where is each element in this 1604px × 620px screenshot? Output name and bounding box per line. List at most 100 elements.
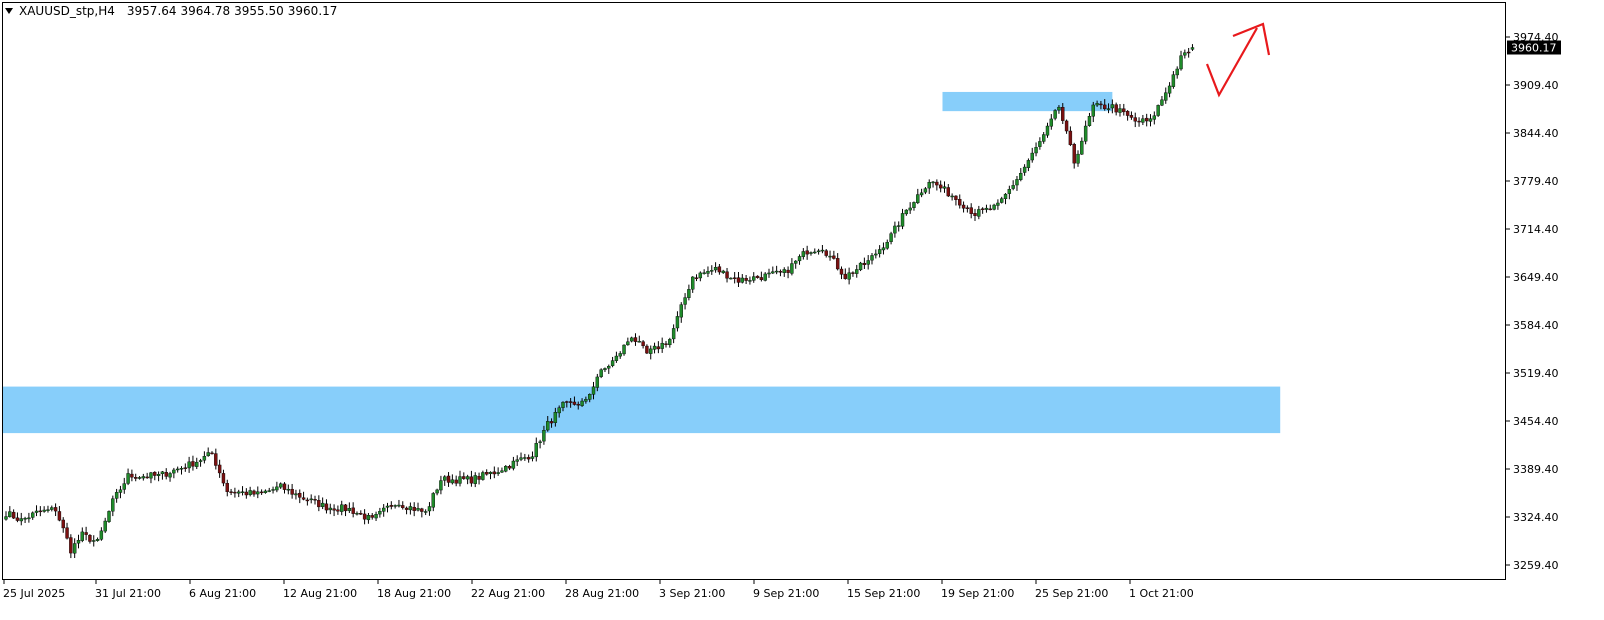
candle [668, 337, 672, 348]
candle [80, 527, 85, 543]
candle [778, 269, 783, 277]
candle [484, 469, 489, 476]
candle [1038, 137, 1042, 150]
zones-layer [3, 91, 1281, 434]
candle [160, 470, 165, 480]
candle [828, 250, 832, 261]
candle [465, 474, 470, 485]
candle [95, 537, 100, 542]
candle [317, 495, 321, 512]
candle [809, 251, 813, 256]
candle [57, 506, 62, 522]
candle [34, 505, 39, 517]
candle [126, 468, 130, 486]
candle [1064, 119, 1069, 134]
chart-header[interactable]: XAUUSD_stp,H4 3957.64 3964.78 3955.50 39… [5, 4, 337, 18]
candle [664, 340, 668, 348]
support-zone-small[interactable] [942, 91, 1113, 112]
candle [511, 456, 516, 471]
candle [675, 311, 680, 332]
candle [526, 454, 531, 463]
candle [103, 517, 107, 534]
price-label: 3909.40 [1513, 79, 1559, 92]
candle [1122, 103, 1126, 116]
candle [877, 245, 882, 258]
candle [27, 512, 31, 523]
candle [217, 459, 222, 478]
candle [19, 512, 23, 526]
candle [599, 368, 603, 379]
candle [309, 494, 313, 504]
candle [1167, 82, 1172, 98]
symbol-timeframe: XAUUSD_stp,H4 [19, 4, 115, 18]
candle [744, 275, 748, 285]
candle [340, 500, 344, 516]
candle [381, 504, 386, 517]
chart-canvas[interactable]: 3974.403909.403844.403779.403714.403649.… [0, 0, 1604, 620]
forecast-arrow-line[interactable] [1205, 27, 1258, 98]
candle [946, 184, 951, 197]
candle [458, 470, 462, 487]
candle [191, 455, 195, 471]
candle [492, 466, 497, 479]
candle [137, 476, 142, 480]
candle [855, 264, 859, 278]
time-axis[interactable]: 25 Jul 2025 31 Jul 21:00 6 Aug 21:00 12 Aug… [3, 580, 1194, 600]
candle [72, 538, 77, 559]
candle [343, 504, 348, 517]
candle [916, 188, 920, 205]
candle [820, 245, 825, 254]
chart-window[interactable]: 3974.40 3909.40 3844.40 3779.40 3714.40 3649.… [0, 0, 1604, 620]
candle [652, 342, 657, 354]
time-label: 22 Aug 21:00 [471, 587, 545, 600]
candle [687, 284, 691, 301]
candle [76, 534, 81, 549]
candle [195, 457, 199, 470]
candle [931, 180, 935, 188]
demand-zone-large[interactable] [3, 386, 1281, 434]
candle [256, 486, 260, 499]
price-label: 3714.40 [1513, 223, 1559, 236]
candle [530, 451, 535, 462]
candle [1144, 113, 1149, 127]
candle [969, 203, 973, 219]
candle [679, 302, 683, 323]
candle [153, 471, 157, 481]
candle [858, 261, 863, 272]
arrow-drawing[interactable] [1205, 22, 1271, 98]
candle [774, 265, 779, 275]
time-label: 25 Jul 2025 [3, 587, 65, 600]
candle [237, 489, 241, 498]
candle [839, 266, 844, 280]
candle [515, 455, 519, 467]
candle [729, 277, 733, 280]
price-axis[interactable]: 3974.403909.403844.403779.403714.403649.… [1506, 31, 1559, 572]
candle [1164, 87, 1168, 104]
candle [168, 471, 172, 482]
candle [156, 471, 161, 482]
candle [1041, 132, 1046, 144]
candle [1171, 71, 1176, 89]
ohlc-close: 3960.17 [287, 4, 338, 18]
candle [50, 505, 54, 512]
candle [671, 324, 676, 344]
candle [107, 510, 111, 523]
chart-menu-triangle-icon[interactable] [5, 8, 13, 14]
candle [210, 451, 214, 455]
candle [897, 221, 901, 232]
candle [1141, 114, 1145, 126]
candle [11, 509, 16, 519]
candle [175, 466, 180, 473]
candle [1118, 103, 1122, 117]
candle [229, 488, 233, 496]
candle [8, 506, 12, 518]
candle [904, 209, 909, 216]
price-label: 3454.40 [1513, 415, 1559, 428]
candle [416, 502, 420, 512]
candle [752, 272, 756, 283]
candle [469, 470, 474, 487]
candle [622, 344, 626, 356]
price-label: 3259.40 [1513, 559, 1559, 572]
candle [961, 201, 966, 213]
candle [366, 512, 371, 524]
